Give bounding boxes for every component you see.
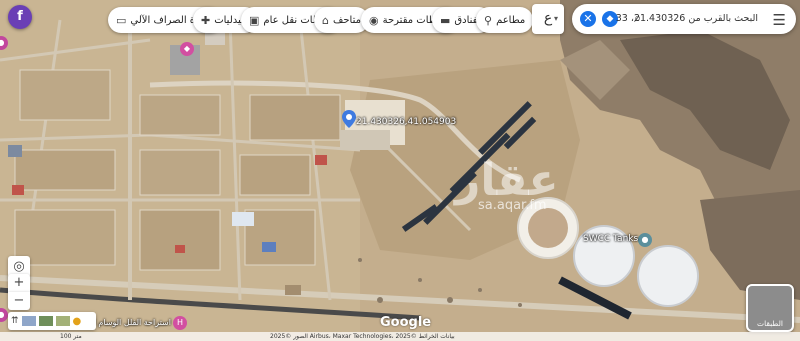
- explore-strip[interactable]: ⇈ ●: [8, 312, 96, 330]
- map-data-attribution[interactable]: الصور ©2025 Airbus، Maxar Technologies، …: [270, 332, 455, 341]
- location-pin-icon[interactable]: [342, 110, 356, 128]
- restaurant-icon: ⚲: [484, 13, 493, 27]
- scale-label[interactable]: 100 متر: [60, 332, 82, 341]
- profile-avatar[interactable]: f: [8, 5, 32, 29]
- search-input[interactable]: البحث بالقرب من 21.430326، 33: [616, 13, 758, 24]
- transit-icon: ▣: [249, 13, 260, 27]
- hotel-icon: ▬: [440, 13, 451, 27]
- museum-icon: ⌂: [322, 13, 329, 27]
- chip-label: مطاعم: [496, 14, 526, 26]
- close-icon[interactable]: ✕: [580, 11, 596, 27]
- thumbnail[interactable]: [21, 316, 36, 326]
- camera-icon: ◉: [369, 13, 379, 27]
- rest-house-marker-icon[interactable]: H: [173, 316, 187, 330]
- chip-restaurants[interactable]: ⚲ مطاعم: [476, 7, 534, 33]
- building-marker-icon[interactable]: ◆: [180, 42, 194, 56]
- menu-icon[interactable]: ☰: [773, 11, 786, 29]
- pin-coordinates-label: 21.430326,41.054903: [356, 117, 457, 127]
- expand-icon[interactable]: ⇈: [11, 316, 19, 326]
- zoom-out-button[interactable]: −: [8, 292, 30, 310]
- chevron-down-icon[interactable]: ▾: [548, 4, 564, 34]
- chip-label: متاحف: [332, 14, 361, 26]
- thumbnail[interactable]: [55, 316, 70, 326]
- pharmacy-icon: ✚: [201, 13, 211, 27]
- tanks-label: SWCC Tanks: [583, 234, 639, 244]
- google-logo: Google: [380, 315, 432, 330]
- atm-icon: ▭: [116, 13, 127, 27]
- layers-label: الطبقات: [757, 319, 783, 328]
- watermark-url: sa.aqar.fm: [478, 198, 547, 213]
- pegman-icon[interactable]: ●: [73, 316, 82, 327]
- zoom-in-button[interactable]: +: [8, 274, 30, 292]
- search-box[interactable]: ✕ ◆ ⌕ البحث بالقرب من 21.430326، 33 ☰: [572, 4, 796, 34]
- satellite-map[interactable]: [0, 0, 800, 341]
- attribution-bar: 100 متر الصور ©2025 Airbus، Maxar Techno…: [0, 332, 800, 341]
- layers-button[interactable]: الطبقات: [746, 284, 794, 332]
- tanks-marker-icon[interactable]: ●: [638, 233, 652, 247]
- thumbnail[interactable]: [38, 316, 53, 326]
